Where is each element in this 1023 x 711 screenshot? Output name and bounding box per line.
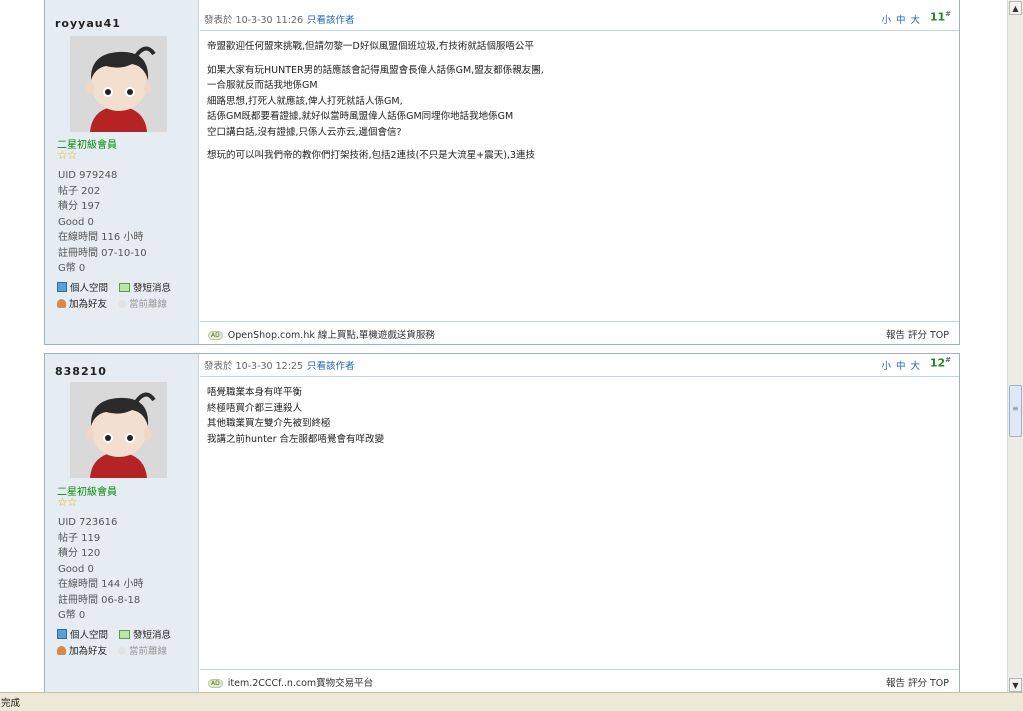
forum-post: 838210 二星初級會員 ☆☆ UID 723616 帖子 119 積分 12…: [44, 353, 960, 693]
stat-posts: 帖子 202: [58, 185, 101, 197]
forum-post: royyau41 二星初級會員 ☆☆ UID 979248 帖子 202 積分 …: [44, 0, 960, 345]
offline-icon: [118, 300, 127, 308]
content-line: 唔覺職業本身有咩平衡: [207, 387, 303, 398]
message-icon: [119, 283, 131, 292]
page-viewport: royyau41 二星初級會員 ☆☆ UID 979248 帖子 202 積分 …: [0, 0, 1008, 693]
ad-badge-icon: AD: [208, 679, 223, 688]
avatar[interactable]: [70, 36, 167, 132]
ad-link[interactable]: AD OpenShop.com.hk 線上買點,單機遊戲送貨服務: [208, 327, 435, 341]
post-actions[interactable]: 報告 評分 TOP: [886, 327, 949, 341]
stat-register-date: 註冊時間 07-10-10: [58, 247, 147, 259]
content-line: 其他職業買左雙介先被到終極: [207, 418, 331, 429]
author-links: 個人空間 發短消息 加為好友 當前離線: [57, 628, 179, 660]
online-status: 當前離線: [118, 644, 167, 660]
stat-points: 積分 197: [58, 201, 101, 212]
personal-space-link[interactable]: 個人空間: [57, 628, 108, 644]
post-header: 發表於 10-3-30 11:26 只看該作者 小 中 大 11#: [200, 8, 959, 31]
post-floor-number[interactable]: 11#: [930, 10, 951, 24]
rank-stars-icon: ☆☆: [57, 495, 77, 509]
content-line: 帝盟歡迎任何盟來挑戰,但請勿黎一D好似風盟個班垃圾,冇技術就話個服唔公平: [207, 41, 534, 52]
post-floor-number[interactable]: 12#: [930, 356, 951, 370]
home-icon: [57, 629, 67, 639]
ad-badge-icon: AD: [208, 331, 223, 340]
post-footer: AD OpenShop.com.hk 線上買點,單機遊戲送貨服務 報告 評分 TO…: [200, 321, 959, 344]
add-friend-link[interactable]: 加為好友: [57, 644, 107, 660]
stat-online-time: 在線時間 116 小時: [58, 232, 144, 243]
stat-register-date: 註冊時間 06-8-18: [58, 594, 141, 606]
view-author-only-link[interactable]: 只看該作者: [307, 15, 355, 26]
online-status: 當前離線: [118, 297, 167, 313]
stat-uid: UID 723616: [58, 517, 118, 528]
content-line: 一合服就反而話我地係GM: [207, 80, 318, 91]
content-line: 細路思想,打死人就應該,俾人打死就話人係GM,: [207, 95, 403, 107]
home-icon: [57, 282, 67, 292]
browser-status-bar: 完成: [0, 692, 1023, 711]
status-text: 完成: [1, 698, 21, 709]
post-actions[interactable]: 報告 評分 TOP: [886, 675, 949, 689]
font-size-controls[interactable]: 小 中 大: [881, 12, 921, 26]
post-content: 唔覺職業本身有咩平衡 終極唔買介都三連殺人 其他職業買左雙介先被到終極 我講之前…: [207, 385, 949, 447]
view-author-only-link[interactable]: 只看該作者: [307, 361, 355, 372]
author-username[interactable]: 838210: [55, 365, 107, 378]
add-friend-link[interactable]: 加為好友: [57, 297, 107, 313]
content-line: 如果大家有玩HUNTER男的話應該會記得風盟會長偉人話係GM,盟友都係親友團,: [207, 64, 544, 76]
author-username[interactable]: royyau41: [55, 17, 121, 30]
font-size-controls[interactable]: 小 中 大: [881, 358, 921, 372]
stat-uid: UID 979248: [58, 170, 118, 181]
send-message-link[interactable]: 發短消息: [119, 628, 171, 644]
post-content: 帝盟歡迎任何盟來挑戰,但請勿黎一D好似風盟個班垃圾,冇技術就話個服唔公平 如果大…: [207, 39, 949, 164]
send-message-link[interactable]: 發短消息: [119, 281, 171, 297]
stat-good: Good 0: [58, 216, 94, 228]
scrollbar-thumb[interactable]: [1009, 385, 1022, 437]
content-line: 想玩的可以叫我們帝的教你們打架技術,包括2連技(不只是大流星+震天),3連技: [207, 150, 536, 161]
add-friend-icon: [57, 646, 66, 655]
author-stats: UID 723616 帖子 119 積分 120 Good 0 在線時間 144…: [58, 515, 143, 624]
post-footer: AD item.2CCCf..n.com寶物交易平台 報告 評分 TOP: [200, 669, 959, 692]
post-time: 發表於 10-3-30 12:25 只看該作者: [204, 361, 355, 372]
author-sidebar: 838210 二星初級會員 ☆☆ UID 723616 帖子 119 積分 12…: [45, 354, 199, 692]
scroll-up-icon[interactable]: ▲: [1009, 1, 1022, 15]
author-links: 個人空間 發短消息 加為好友 當前離線: [57, 281, 179, 313]
scroll-down-icon[interactable]: ▼: [1009, 678, 1022, 692]
vertical-scrollbar[interactable]: ▲ ▼: [1007, 0, 1023, 693]
rank-stars-icon: ☆☆: [57, 148, 77, 162]
offline-icon: [118, 647, 127, 655]
message-icon: [119, 630, 131, 639]
content-line: 終極唔買介都三連殺人: [207, 402, 303, 414]
stat-online-time: 在線時間 144 小時: [58, 579, 144, 590]
content-line: 我講之前hunter 合左服都唔覺會有咩改變: [207, 433, 385, 445]
post-header: 發表於 10-3-30 12:25 只看該作者 小 中 大 12#: [200, 354, 959, 377]
add-friend-icon: [57, 299, 66, 308]
avatar[interactable]: [70, 382, 167, 478]
author-stats: UID 979248 帖子 202 積分 197 Good 0 在線時間 116…: [58, 168, 147, 277]
content-line: 空口講白話,沒有證據,只係人云亦云,邊個會信?: [207, 126, 402, 138]
stat-gcoins: G幣 0: [58, 263, 86, 274]
stat-good: Good 0: [58, 563, 94, 575]
personal-space-link[interactable]: 個人空間: [57, 281, 108, 297]
stat-gcoins: G幣 0: [58, 610, 86, 621]
content-line: 話係GM既都要看證據,就好似當時風盟偉人話係GM同埋你地話我地係GM: [207, 111, 514, 122]
ad-link[interactable]: AD item.2CCCf..n.com寶物交易平台: [208, 675, 373, 689]
stat-points: 積分 120: [58, 548, 101, 559]
stat-posts: 帖子 119: [58, 532, 101, 544]
author-sidebar: royyau41 二星初級會員 ☆☆ UID 979248 帖子 202 積分 …: [45, 0, 199, 344]
post-time: 發表於 10-3-30 11:26 只看該作者: [204, 15, 355, 26]
